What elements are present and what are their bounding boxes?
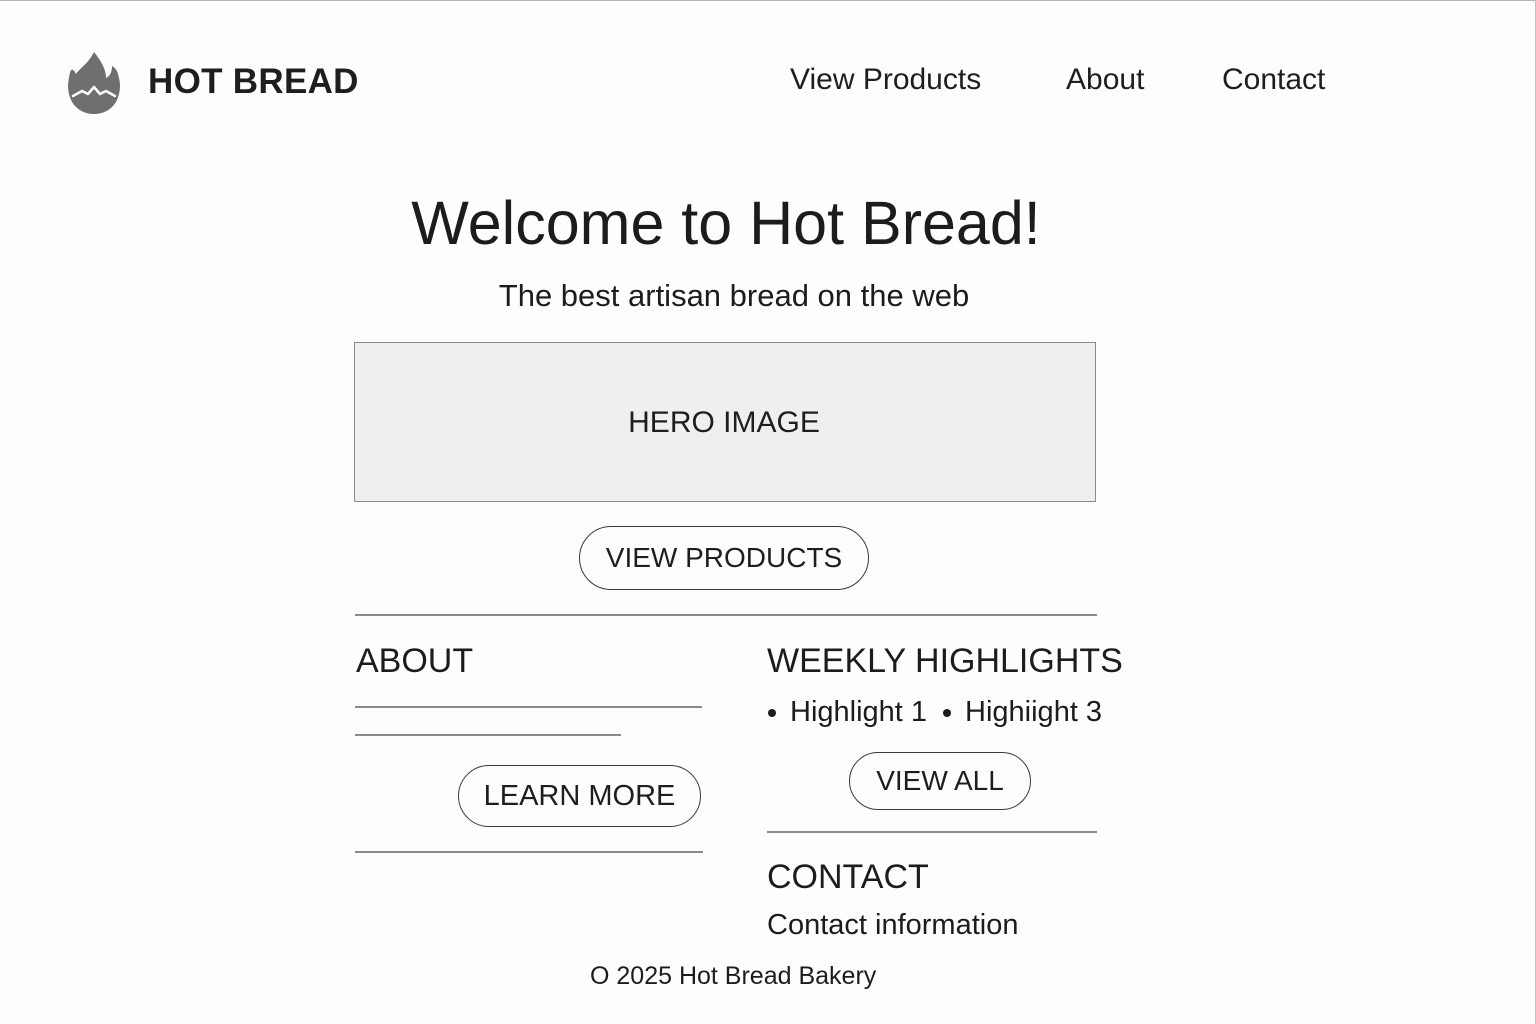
contact-information: Contact information: [767, 909, 1019, 941]
about-heading: ABOUT: [356, 642, 474, 680]
bullet-icon: [943, 708, 952, 717]
list-item: Highlight 1: [766, 696, 927, 729]
brand-name[interactable]: HOT BREAD: [148, 62, 359, 102]
view-all-button[interactable]: VIEW ALL: [849, 752, 1031, 810]
flame-icon[interactable]: [66, 50, 122, 116]
about-text-placeholder-line: [355, 706, 702, 708]
nav-about[interactable]: About: [1066, 63, 1144, 97]
highlights-list: Highlight 1 Highiight 3: [766, 696, 1102, 729]
bullet-icon: [768, 708, 776, 717]
about-divider: [355, 851, 703, 853]
highlight-label: Highlight 1: [790, 696, 928, 728]
highlights-divider: [767, 831, 1097, 833]
hero-image-placeholder: HERO IMAGE: [354, 342, 1096, 502]
page-subtitle: The best artisan bread on the web: [498, 278, 970, 313]
section-divider: [355, 614, 1097, 616]
nav-contact[interactable]: Contact: [1222, 63, 1325, 97]
learn-more-button[interactable]: LEARN MORE: [458, 765, 701, 827]
hero-image-label: HERO IMAGE: [628, 406, 820, 439]
highlight-label: Highiight 3: [965, 696, 1103, 728]
footer-copyright: O 2025 Hot Bread Bakery: [590, 962, 877, 990]
view-products-button[interactable]: VIEW PRODUCTS: [579, 526, 869, 590]
list-item: Highiight 3: [941, 696, 1102, 729]
page-title: Welcome to Hot Bread!: [411, 189, 1041, 257]
highlights-heading: WEEKLY HIGHLIGHTS: [767, 642, 1123, 680]
nav-view-products[interactable]: View Products: [790, 63, 981, 97]
contact-heading: CONTACT: [767, 858, 929, 896]
about-text-placeholder-line: [355, 734, 621, 736]
window-top-border: [0, 0, 1536, 1]
